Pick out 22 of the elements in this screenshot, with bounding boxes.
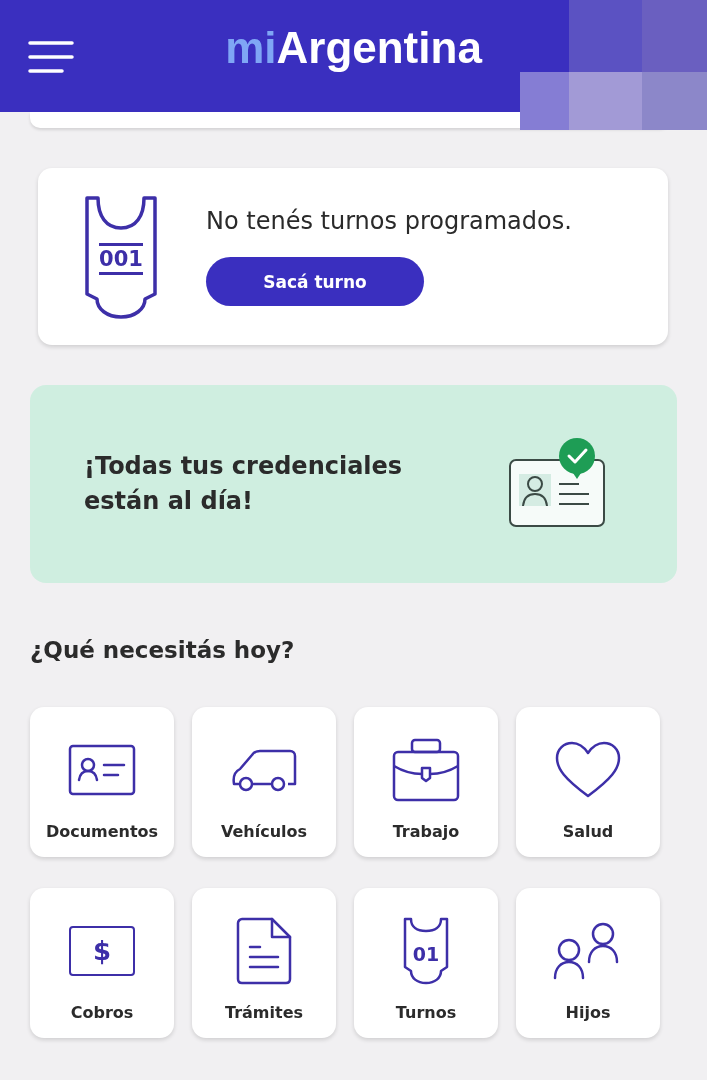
id-card-icon — [68, 744, 136, 796]
logo: miArgentina — [225, 23, 482, 73]
category-tile[interactable]: 01 Turnos — [354, 888, 498, 1038]
no-appointments-text: No tenés turnos programados. — [206, 207, 572, 235]
category-tile[interactable]: Documentos — [30, 707, 174, 857]
category-tile[interactable]: Trámites — [192, 888, 336, 1038]
category-tile[interactable]: Salud — [516, 707, 660, 857]
briefcase-icon — [392, 738, 460, 802]
category-tile[interactable]: $ Cobros — [30, 888, 174, 1038]
heart-icon — [555, 741, 621, 799]
credentials-text: ¡Todas tus credenciales están al día! — [84, 451, 404, 517]
document-icon — [236, 917, 292, 985]
category-tile[interactable]: Hijos — [516, 888, 660, 1038]
book-appointment-button[interactable]: Sacá turno — [206, 257, 424, 306]
banknote-icon: $ — [69, 926, 135, 976]
section-title: ¿Qué necesitás hoy? — [30, 637, 296, 663]
menu-icon[interactable] — [28, 40, 74, 74]
ticket-icon: 01 — [403, 917, 449, 985]
car-icon — [230, 747, 298, 793]
category-tile[interactable]: Trabajo — [354, 707, 498, 857]
category-tile[interactable]: Vehículos — [192, 707, 336, 857]
ticket-icon: 001 — [84, 194, 158, 319]
